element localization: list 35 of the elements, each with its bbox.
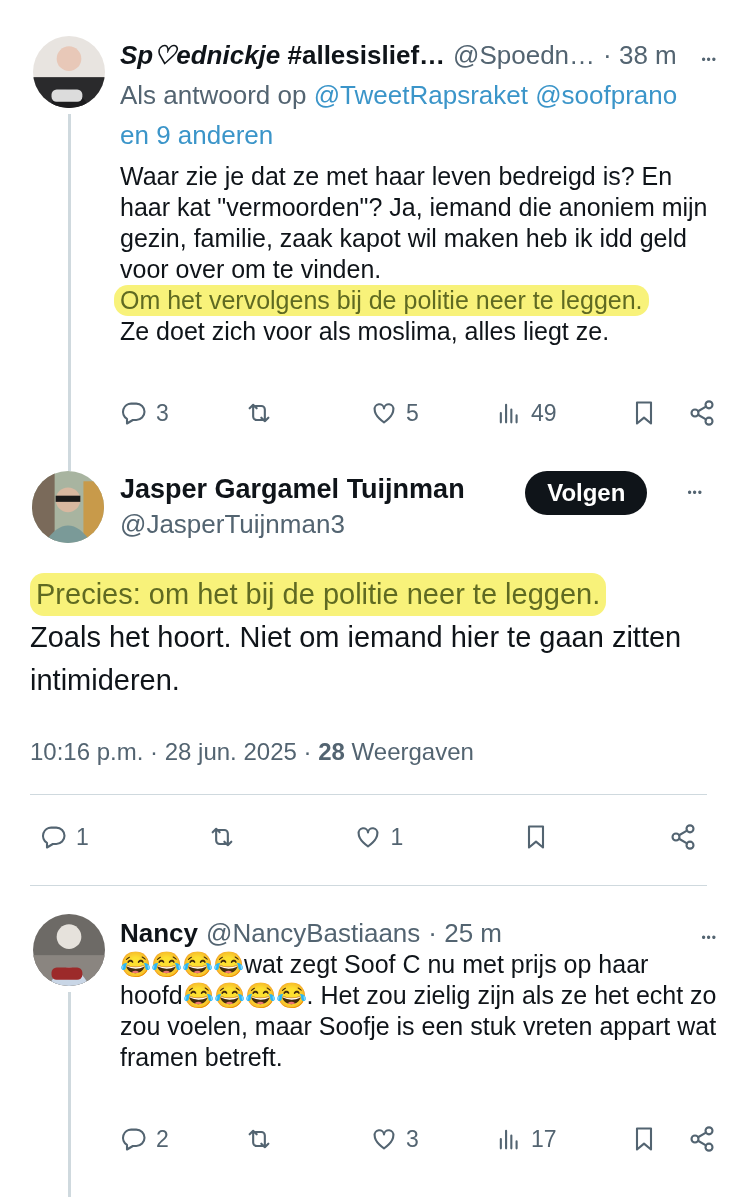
- post-time: · 25 m: [428, 918, 502, 949]
- share-button[interactable]: [688, 399, 716, 427]
- post-text: 😂😂😂😂wat zegt Soof C nu met prijs op haar hoofd😂😂😂😂. Het zou zielig zijn als ze het echt zo zou voelen, maar Soofje is een stuk vreten appart wat framen betreft.: [120, 949, 717, 1073]
- more-button[interactable]: •••: [701, 53, 717, 67]
- share-icon: [688, 399, 716, 427]
- share-button[interactable]: [688, 1125, 716, 1153]
- post-text: Om het vervolgens bij de politie neer te leggen.: [114, 285, 649, 316]
- reply-button[interactable]: 2: [120, 1125, 245, 1153]
- views-button[interactable]: 17: [495, 1125, 620, 1153]
- author-handle[interactable]: @JasperTuijnman3: [120, 509, 510, 540]
- mention-link[interactable]: @soofprano: [535, 80, 678, 110]
- mention-link[interactable]: @TweetRapsraket: [313, 80, 528, 110]
- post-text: Waar zie je dat ze met haar leven bedreigd is? En haar kat "vermoorden"? Ja, iemand die anoniem mijn gezin, familie, zaak kapot wil maken heb ik idd geld voor over om te vinden.: [120, 161, 709, 285]
- post-text: Ze doet zich voor als moslima, alles liegt ze.: [120, 316, 611, 347]
- post-text: Precies: om het bij de politie neer te leggen.: [30, 573, 607, 616]
- post-meta: 10:16 p.m. · 28 jun. 2025 · 28 Weergaven: [30, 738, 475, 766]
- reply-context: Als antwoord op @TweetRapsraket @soofprano en 9 anderen: [120, 79, 679, 152]
- mention-link[interactable]: en 9 anderen: [120, 120, 274, 150]
- reply-button[interactable]: 1: [40, 823, 89, 851]
- more-button[interactable]: •••: [701, 931, 717, 945]
- author-handle[interactable]: @Spoedn…: [453, 40, 596, 71]
- author-name[interactable]: Nancy: [120, 918, 199, 949]
- like-button[interactable]: 1: [354, 823, 404, 851]
- views-button[interactable]: 49: [495, 399, 620, 427]
- more-button[interactable]: •••: [687, 486, 703, 500]
- share-icon: [688, 1125, 716, 1153]
- like-button[interactable]: 3: [370, 1125, 495, 1153]
- like-button[interactable]: 5: [370, 399, 495, 427]
- follow-button[interactable]: Volgen: [525, 471, 648, 515]
- author-handle[interactable]: @NancyBastiaans: [206, 918, 421, 949]
- reply-button[interactable]: 3: [120, 399, 245, 427]
- post-time: · 38 m: [603, 40, 677, 71]
- author-name[interactable]: Sp♡ednickje #allesislief…: [120, 40, 446, 71]
- post-text: Zoals het hoort. Niet om iemand hier te gaan zitten intimideren.: [30, 620, 683, 698]
- author-name[interactable]: Jasper Gargamel Tuijnman: [120, 474, 510, 505]
